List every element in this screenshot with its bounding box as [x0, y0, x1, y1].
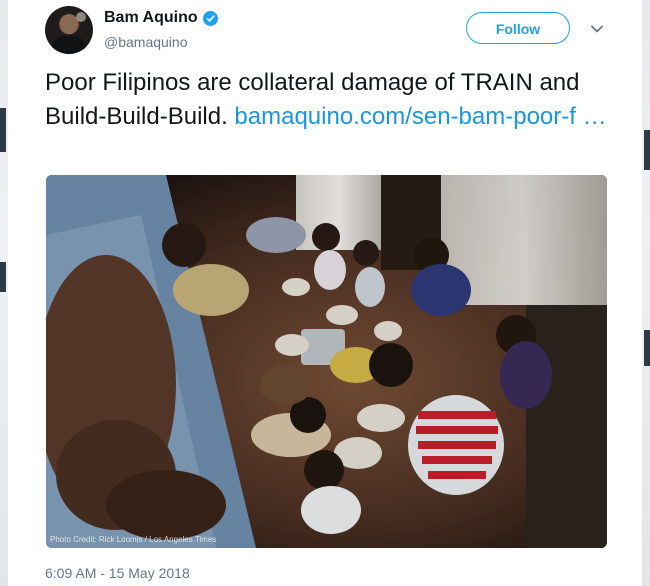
- chevron-down-icon[interactable]: [588, 20, 606, 38]
- right-edge-marker: [644, 330, 650, 366]
- left-edge-marker: [0, 108, 6, 152]
- photo-credit: Photo Credit: Rick Loomis / Los Angeles …: [50, 535, 217, 544]
- tweet-text: Poor Filipinos are collateral damage of …: [45, 66, 615, 134]
- right-edge-marker: [644, 130, 650, 170]
- tweet-timestamp[interactable]: 6:09 AM - 15 May 2018: [45, 565, 190, 581]
- follow-button[interactable]: Follow: [466, 12, 570, 44]
- tweet-link[interactable]: bamaquino.com/sen-bam-poor-f …: [234, 103, 606, 130]
- left-edge-marker: [0, 262, 6, 292]
- verified-badge-icon: [202, 10, 218, 26]
- author-handle[interactable]: @bamaquino: [104, 34, 188, 50]
- right-edge-strip: [642, 0, 650, 586]
- left-edge-strip: [0, 0, 8, 586]
- photo-illustration: [46, 175, 607, 548]
- avatar[interactable]: [45, 6, 93, 54]
- display-name[interactable]: Bam Aquino: [104, 9, 198, 27]
- author-name-row[interactable]: Bam Aquino: [104, 9, 218, 27]
- tweet-card: Bam Aquino @bamaquino Follow Poor Filipi…: [8, 0, 642, 586]
- tweet-photo[interactable]: Photo Credit: Rick Loomis / Los Angeles …: [46, 175, 607, 548]
